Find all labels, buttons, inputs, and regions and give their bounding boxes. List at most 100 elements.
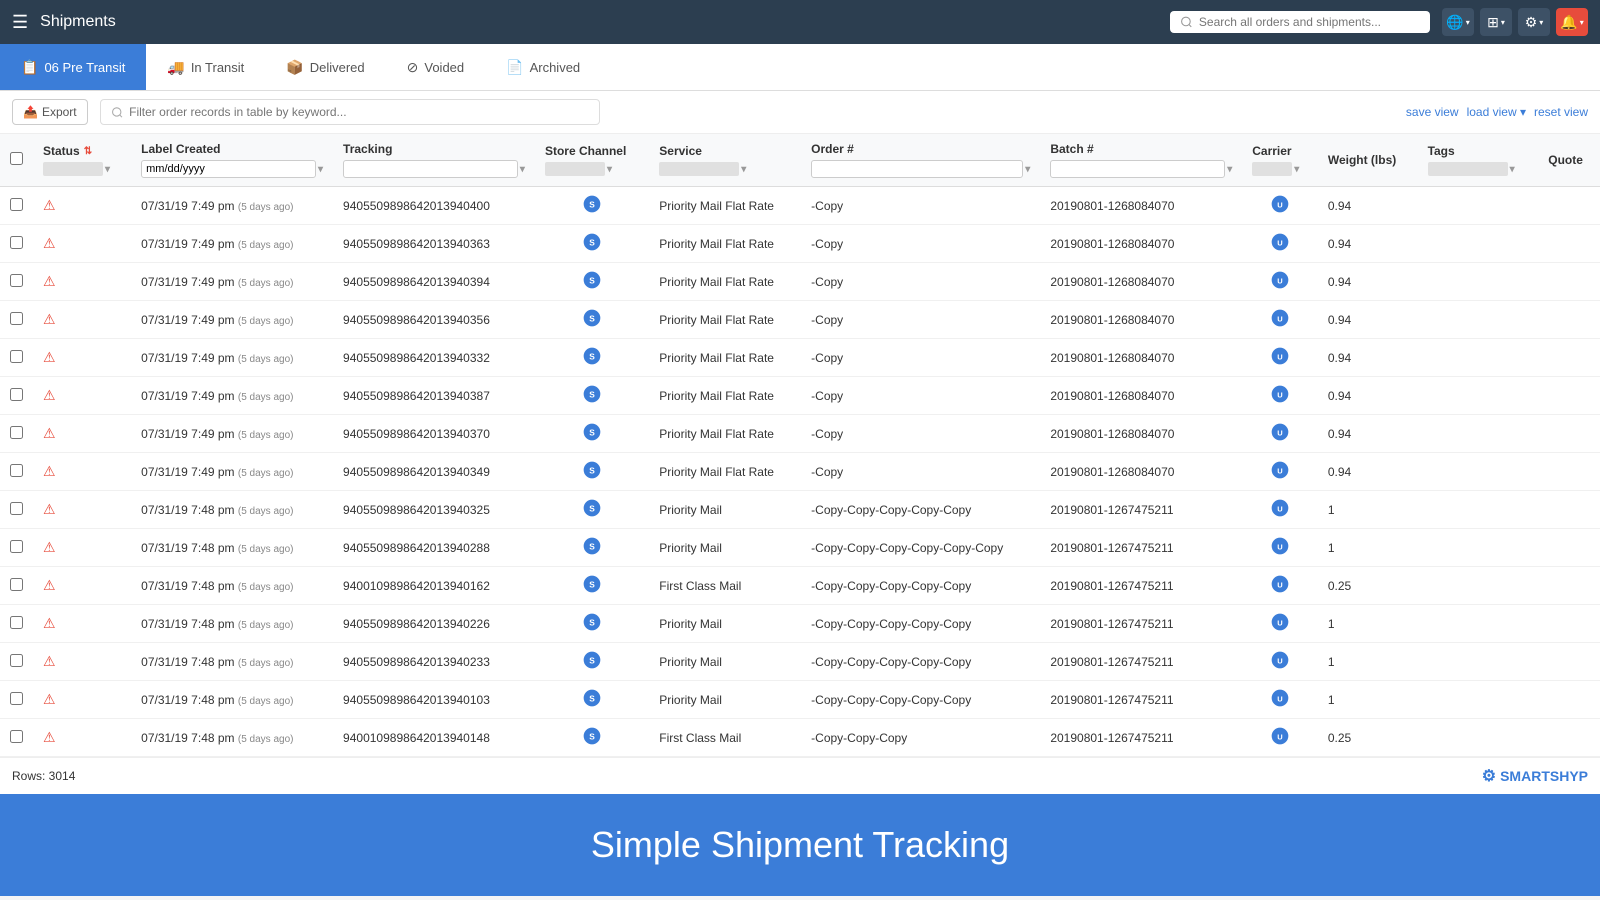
store-channel-icon: S <box>582 308 602 328</box>
carrier-icon: U <box>1270 460 1290 480</box>
order-num-column-label: Order # <box>811 142 854 156</box>
row-store-channel: S <box>535 339 649 377</box>
table-row[interactable]: ⚠ 07/31/19 7:48 pm (5 days ago) 94055098… <box>0 643 1600 681</box>
carrier-filter-icon[interactable]: ▾ <box>1294 164 1299 175</box>
batch-num-filter-input[interactable] <box>1050 160 1225 178</box>
table-row[interactable]: ⚠ 07/31/19 7:49 pm (5 days ago) 94055098… <box>0 187 1600 225</box>
label-created-filter-input[interactable] <box>141 160 316 178</box>
tags-filter-icon[interactable]: ▾ <box>1510 164 1515 175</box>
global-search-input[interactable] <box>1199 15 1420 29</box>
globe-button[interactable]: 🌐▾ <box>1442 8 1474 36</box>
status-sort-icon[interactable]: ⇅ <box>84 146 92 157</box>
export-button[interactable]: 📤 Export <box>12 99 88 125</box>
table-row[interactable]: ⚠ 07/31/19 7:48 pm (5 days ago) 94055098… <box>0 529 1600 567</box>
row-checkbox[interactable] <box>10 692 23 705</box>
reset-view-button[interactable]: reset view <box>1534 105 1588 119</box>
table-row[interactable]: ⚠ 07/31/19 7:49 pm (5 days ago) 94055098… <box>0 301 1600 339</box>
tracking-filter-input[interactable] <box>343 160 518 178</box>
tab-pre-transit[interactable]: 📋 06 Pre Transit <box>0 44 146 90</box>
row-checkbox[interactable] <box>10 236 23 249</box>
filter-search-input[interactable] <box>129 105 589 119</box>
table-row[interactable]: ⚠ 07/31/19 7:48 pm (5 days ago) 94001098… <box>0 567 1600 605</box>
batch-num-filter-icon[interactable]: ▾ <box>1227 164 1232 175</box>
row-batch-num: 20190801-1267475211 <box>1040 719 1242 757</box>
row-batch-num: 20190801-1267475211 <box>1040 491 1242 529</box>
store-channel-filter-icon[interactable]: ▾ <box>607 164 612 175</box>
row-carrier: U <box>1242 681 1318 719</box>
table-footer: Rows: 3014 ⚙ SMARTSHYP <box>0 757 1600 794</box>
row-label-created: 07/31/19 7:48 pm (5 days ago) <box>131 567 333 605</box>
select-all-checkbox[interactable] <box>10 152 23 165</box>
row-checkbox[interactable] <box>10 616 23 629</box>
status-filter-icon[interactable]: ▾ <box>105 164 110 175</box>
row-tracking: 9405509898642013940387 <box>333 377 535 415</box>
table-row[interactable]: ⚠ 07/31/19 7:49 pm (5 days ago) 94055098… <box>0 415 1600 453</box>
row-order-num: -Copy <box>801 301 1040 339</box>
service-filter-icon[interactable]: ▾ <box>741 164 746 175</box>
row-checkbox[interactable] <box>10 502 23 515</box>
row-checkbox[interactable] <box>10 274 23 287</box>
tracking-filter-icon[interactable]: ▾ <box>520 164 525 175</box>
row-checkbox[interactable] <box>10 578 23 591</box>
table-row[interactable]: ⚠ 07/31/19 7:49 pm (5 days ago) 94055098… <box>0 339 1600 377</box>
svg-text:U: U <box>1277 428 1282 437</box>
row-order-num: -Copy-Copy-Copy-Copy-Copy <box>801 605 1040 643</box>
table-row[interactable]: ⚠ 07/31/19 7:49 pm (5 days ago) 94055098… <box>0 377 1600 415</box>
row-checkbox-cell <box>0 415 33 453</box>
save-view-button[interactable]: save view <box>1406 105 1459 119</box>
carrier-icon: U <box>1270 498 1290 518</box>
row-carrier: U <box>1242 263 1318 301</box>
load-view-button[interactable]: load view ▾ <box>1467 105 1526 119</box>
table-row[interactable]: ⚠ 07/31/19 7:48 pm (5 days ago) 94055098… <box>0 491 1600 529</box>
row-checkbox[interactable] <box>10 730 23 743</box>
gear-button[interactable]: ⚙▾ <box>1518 8 1550 36</box>
row-tracking: 9405509898642013940288 <box>333 529 535 567</box>
tab-voided[interactable]: ⊘ Voided <box>386 44 486 90</box>
table-row[interactable]: ⚠ 07/31/19 7:48 pm (5 days ago) 94055098… <box>0 605 1600 643</box>
row-checkbox[interactable] <box>10 350 23 363</box>
row-order-num: -Copy-Copy-Copy-Copy-Copy-Copy <box>801 529 1040 567</box>
order-num-filter-icon[interactable]: ▾ <box>1025 164 1030 175</box>
svg-text:U: U <box>1277 466 1282 475</box>
tab-archived[interactable]: 📄 Archived <box>485 44 601 90</box>
row-checkbox[interactable] <box>10 312 23 325</box>
row-carrier: U <box>1242 301 1318 339</box>
carrier-icon: U <box>1270 536 1290 556</box>
row-service: Priority Mail Flat Rate <box>649 263 801 301</box>
table-row[interactable]: ⚠ 07/31/19 7:48 pm (5 days ago) 94001098… <box>0 719 1600 757</box>
row-carrier: U <box>1242 643 1318 681</box>
row-checkbox[interactable] <box>10 198 23 211</box>
svg-text:S: S <box>589 579 595 589</box>
bell-button[interactable]: 🔔▾ <box>1556 8 1588 36</box>
row-batch-num: 20190801-1268084070 <box>1040 377 1242 415</box>
order-num-filter-input[interactable] <box>811 160 1023 178</box>
hamburger-icon[interactable]: ☰ <box>12 12 28 33</box>
row-order-num: -Copy <box>801 187 1040 225</box>
grid-button[interactable]: ⊞▾ <box>1480 8 1512 36</box>
carrier-icon: U <box>1270 384 1290 404</box>
row-checkbox[interactable] <box>10 540 23 553</box>
row-checkbox[interactable] <box>10 654 23 667</box>
pre-transit-icon: 📋 <box>21 59 38 76</box>
row-carrier: U <box>1242 377 1318 415</box>
tab-delivered[interactable]: 📦 Delivered <box>265 44 385 90</box>
row-tracking: 9405509898642013940325 <box>333 491 535 529</box>
store-channel-icon: S <box>582 232 602 252</box>
status-warning-icon: ⚠ <box>43 349 56 365</box>
table-row[interactable]: ⚠ 07/31/19 7:48 pm (5 days ago) 94055098… <box>0 681 1600 719</box>
row-weight: 0.94 <box>1318 225 1418 263</box>
row-checkbox[interactable] <box>10 388 23 401</box>
row-checkbox[interactable] <box>10 464 23 477</box>
svg-text:S: S <box>589 199 595 209</box>
table-row[interactable]: ⚠ 07/31/19 7:49 pm (5 days ago) 94055098… <box>0 225 1600 263</box>
row-batch-num: 20190801-1267475211 <box>1040 529 1242 567</box>
table-row[interactable]: ⚠ 07/31/19 7:49 pm (5 days ago) 94055098… <box>0 453 1600 491</box>
label-created-filter-icon[interactable]: ▾ <box>318 164 323 175</box>
tab-in-transit[interactable]: 🚚 In Transit <box>146 44 265 90</box>
tab-archived-label: Archived <box>530 60 581 75</box>
row-checkbox[interactable] <box>10 426 23 439</box>
store-channel-icon: S <box>582 270 602 290</box>
row-status: ⚠ <box>33 491 131 529</box>
table-row[interactable]: ⚠ 07/31/19 7:49 pm (5 days ago) 94055098… <box>0 263 1600 301</box>
status-warning-icon: ⚠ <box>43 501 56 517</box>
